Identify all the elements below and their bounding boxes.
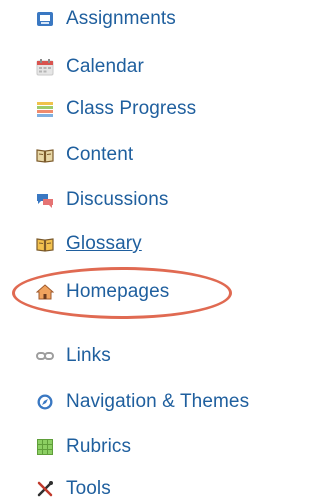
discussions-icon bbox=[36, 191, 54, 209]
menu-item-label: Links bbox=[66, 345, 111, 366]
glossary-book-icon bbox=[36, 235, 54, 253]
links-chain-icon bbox=[36, 347, 54, 365]
rubrics-grid-icon bbox=[36, 438, 54, 456]
menu-item-label: Homepages bbox=[66, 281, 170, 302]
menu-item-homepages[interactable]: Homepages bbox=[35, 277, 170, 307]
menu-item-calendar[interactable]: Calendar bbox=[36, 52, 144, 82]
course-admin-menu: Assignments Calendar Class Progress Cont… bbox=[0, 0, 284, 504]
menu-item-content[interactable]: Content bbox=[36, 140, 133, 170]
class-progress-icon bbox=[36, 100, 54, 118]
menu-item-discussions[interactable]: Discussions bbox=[36, 185, 168, 215]
assignments-icon bbox=[36, 10, 54, 28]
content-book-icon bbox=[36, 146, 54, 164]
menu-item-navigation-themes[interactable]: Navigation & Themes bbox=[36, 387, 249, 417]
menu-item-label: Navigation & Themes bbox=[66, 391, 250, 412]
menu-item-label: Assignments bbox=[66, 8, 176, 29]
menu-item-rubrics[interactable]: Rubrics bbox=[36, 432, 131, 462]
menu-item-tools[interactable]: Tools bbox=[36, 474, 111, 504]
menu-item-label: Rubrics bbox=[66, 436, 132, 457]
tools-icon bbox=[36, 480, 54, 498]
menu-item-class-progress[interactable]: Class Progress bbox=[36, 94, 196, 124]
menu-item-links[interactable]: Links bbox=[36, 341, 111, 371]
menu-item-label: Calendar bbox=[66, 56, 144, 77]
menu-item-label: Class Progress bbox=[66, 98, 197, 119]
menu-item-assignments[interactable]: Assignments bbox=[36, 4, 176, 34]
menu-item-label: Glossary bbox=[66, 233, 142, 254]
menu-item-label: Discussions bbox=[66, 189, 169, 210]
homepages-house-icon bbox=[35, 283, 55, 301]
menu-item-glossary[interactable]: Glossary bbox=[36, 229, 142, 259]
menu-item-label: Content bbox=[66, 144, 134, 165]
menu-item-label: Tools bbox=[66, 478, 111, 499]
navigation-compass-icon bbox=[36, 393, 54, 411]
calendar-icon bbox=[36, 58, 54, 76]
